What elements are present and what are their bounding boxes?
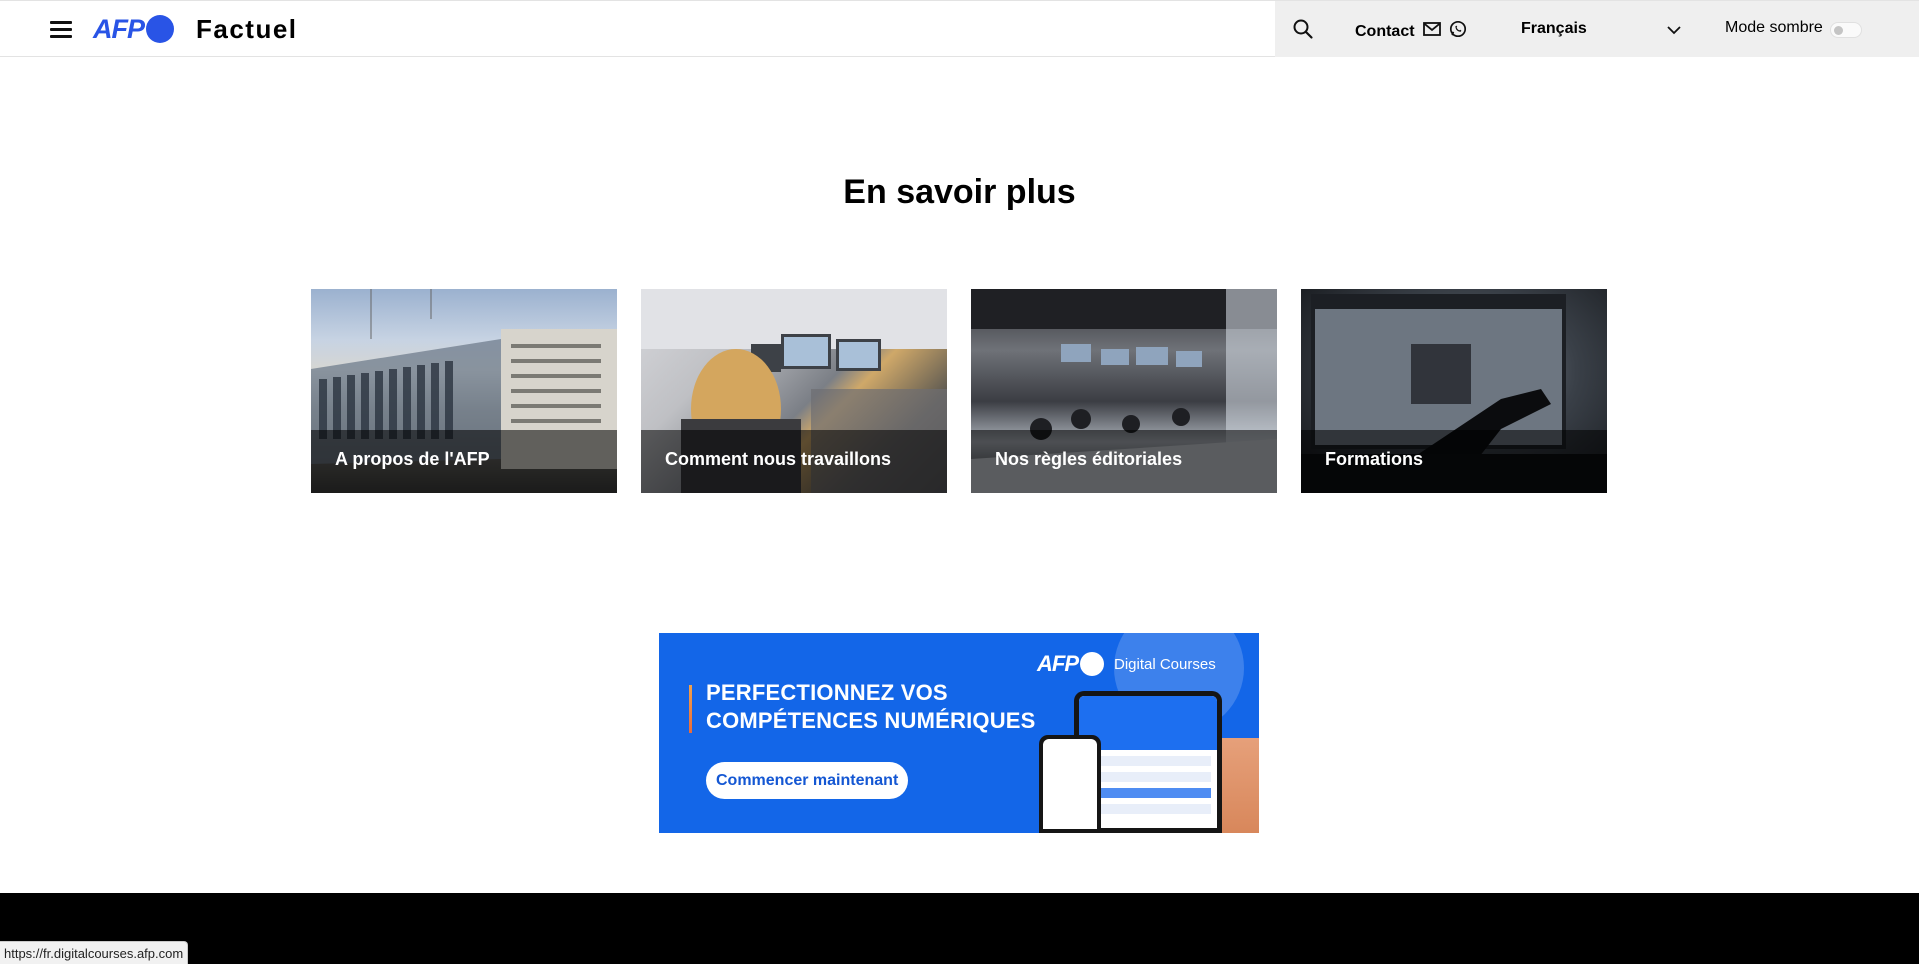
card-how-we-work[interactable]: Comment nous travaillons <box>641 289 947 493</box>
afp-digital-courses-logo: AFP Digital Courses <box>1037 651 1216 677</box>
card-label: Nos règles éditoriales <box>995 449 1183 469</box>
banner-afp-logo-dot-icon <box>1080 652 1104 676</box>
banner-headline-line2: COMPÉTENCES NUMÉRIQUES <box>706 708 1036 733</box>
afp-logo[interactable]: AFP <box>93 13 174 44</box>
banner-afp-logo-text: AFP <box>1037 651 1079 676</box>
section-title: En savoir plus <box>843 173 1076 211</box>
afp-logo-text: AFP <box>93 13 145 44</box>
hamburger-menu-icon[interactable] <box>50 19 74 39</box>
language-selector-value[interactable]: Français <box>1521 20 1587 38</box>
card-about-afp[interactable]: A propos de l'AFP <box>311 289 617 493</box>
card-label: A propos de l'AFP <box>335 449 490 469</box>
mail-icon[interactable] <box>1422 22 1441 41</box>
chevron-down-icon[interactable] <box>1665 21 1683 39</box>
card-editorial-rules[interactable]: Nos règles éditoriales <box>971 289 1277 493</box>
banner-headline-line1: PERFECTIONNEZ VOS <box>706 680 948 705</box>
banner-brand-subtitle: Digital Courses <box>1114 655 1216 673</box>
start-now-button[interactable]: Commencer maintenant <box>706 762 909 799</box>
info-cards: A propos de l'AFP Comment nous travaillo… <box>311 289 1607 493</box>
digital-courses-banner[interactable]: PERFECTIONNEZ VOS COMPÉTENCES NUMÉRIQUES… <box>659 633 1259 833</box>
dark-mode-label: Mode sombre <box>1725 19 1823 36</box>
whatsapp-icon[interactable] <box>1449 20 1467 43</box>
toggle-knob <box>1834 26 1843 35</box>
afp-logo-dot-icon <box>146 15 174 43</box>
contact-label: Contact <box>1355 22 1415 40</box>
card-trainings[interactable]: Formations <box>1301 289 1607 493</box>
header-toolbar: Contact Français Mode sombre <box>1275 1 1919 57</box>
site-name[interactable]: Factuel <box>196 14 298 45</box>
status-bar-url: https://fr.digitalcourses.afp.com <box>0 941 189 964</box>
phone-mockup-image <box>1039 735 1101 833</box>
card-label: Comment nous travaillons <box>665 449 892 469</box>
site-header: AFP Factuel Contact Français Mode sombre <box>0 0 1919 57</box>
dark-mode-toggle[interactable] <box>1830 22 1862 38</box>
contact-link[interactable]: Contact <box>1355 20 1467 43</box>
search-icon[interactable] <box>1292 18 1314 40</box>
banner-accent-stripe <box>689 685 692 733</box>
card-label: Formations <box>1325 449 1424 469</box>
site-footer <box>0 893 1919 964</box>
